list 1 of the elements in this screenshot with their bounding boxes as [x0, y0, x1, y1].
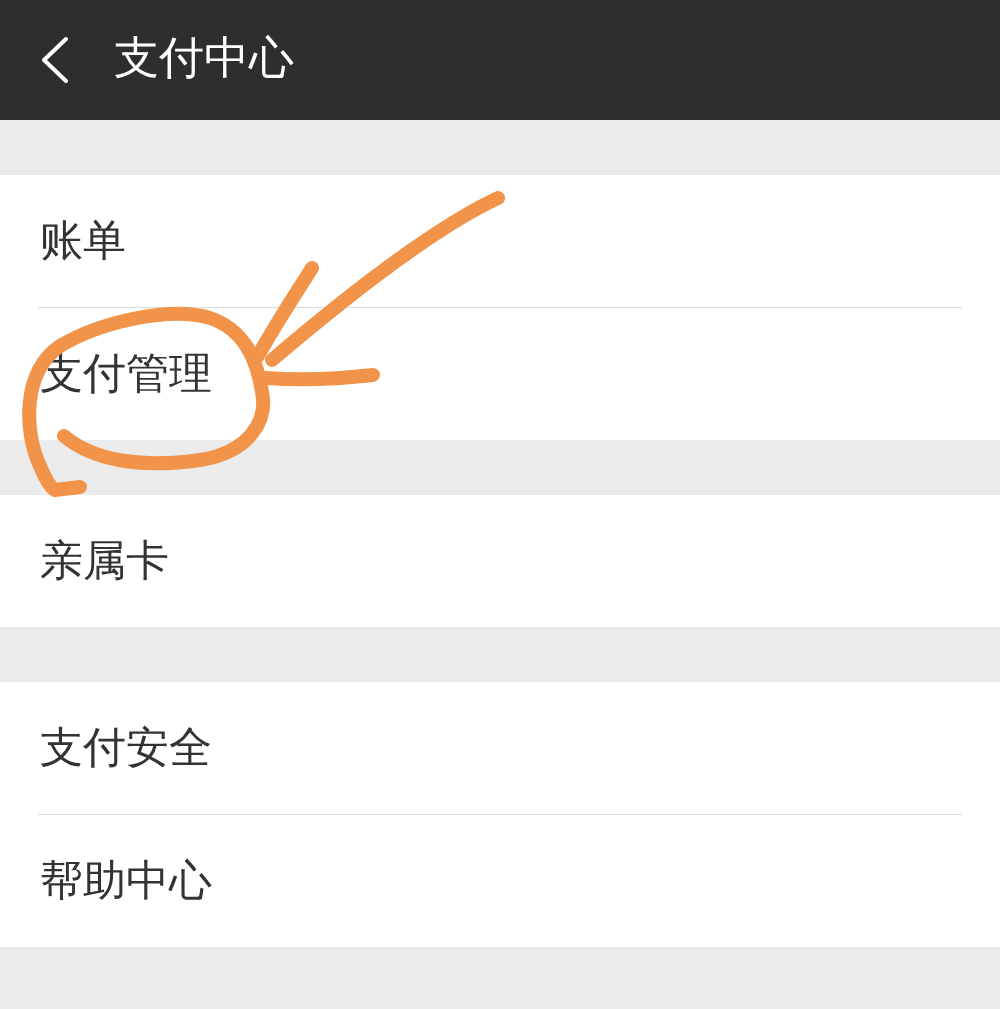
page-title: 支付中心: [114, 34, 294, 80]
